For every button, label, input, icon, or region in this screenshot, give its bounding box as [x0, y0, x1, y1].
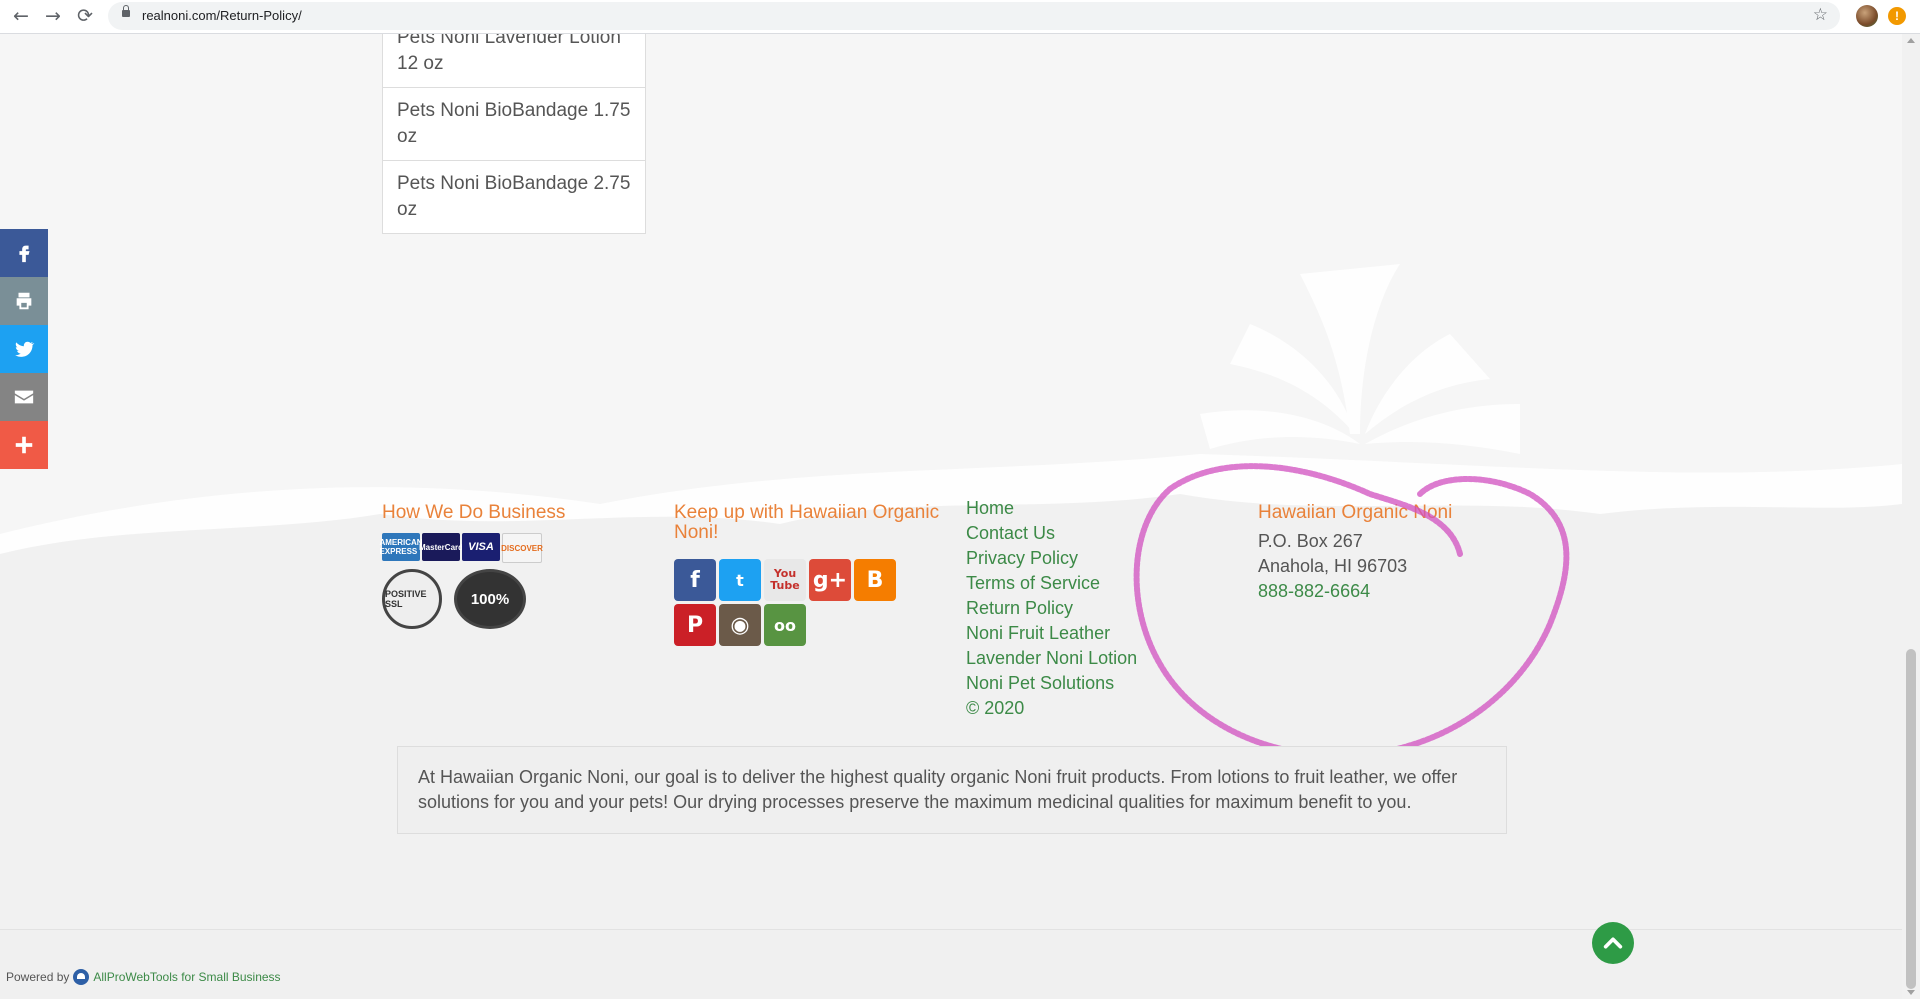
forward-icon[interactable]: → [41, 4, 65, 28]
amex-card-icon: AMERICAN EXPRESS [379, 533, 423, 561]
reload-icon[interactable]: ⟳ [73, 4, 97, 28]
google-plus-icon[interactable]: g+ [809, 559, 851, 601]
mastercard-icon: MasterCard [419, 533, 463, 561]
share-bar [0, 229, 48, 469]
footer-link-noni-pet-solutions[interactable]: Noni Pet Solutions [966, 671, 1196, 696]
blogger-icon[interactable]: B [854, 559, 896, 601]
facebook-icon[interactable]: f [674, 559, 716, 601]
page-content: Pets Noni Lavender Lotion 12 oz Pets Non… [0, 34, 1902, 999]
social-title: Keep up with Hawaiian Organic Noni! [674, 502, 940, 543]
share-more-button[interactable] [0, 421, 48, 469]
facebook-icon [19, 245, 30, 263]
powered-by: Powered by AllProWebTools for Small Busi… [6, 969, 281, 985]
footer-link-privacy-policy[interactable]: Privacy Policy [966, 546, 1196, 571]
social-column: Keep up with Hawaiian Organic Noni! f t … [674, 503, 944, 646]
print-icon [16, 292, 32, 310]
tripadvisor-icon[interactable]: oo [764, 604, 806, 646]
trust-seals: POSITIVE SSL 100% [382, 569, 582, 629]
footer-link-terms-of-service[interactable]: Terms of Service [966, 571, 1196, 596]
update-alert-icon[interactable]: ! [1888, 7, 1906, 25]
back-to-top-button[interactable] [1592, 922, 1634, 964]
contact-title: Hawaiian Organic Noni [1258, 502, 1453, 523]
about-text-box: At Hawaiian Organic Noni, our goal is to… [397, 746, 1507, 834]
business-title: How We Do Business [382, 502, 566, 523]
product-item[interactable]: Pets Noni BioBandage 1.75 oz [383, 88, 645, 161]
allprowebtools-logo-icon [73, 969, 90, 985]
product-item[interactable]: Pets Noni BioBandage 2.75 oz [383, 161, 645, 233]
copyright: © 2020 [966, 698, 1025, 718]
back-icon[interactable]: ← [9, 4, 33, 28]
page-scrollbar[interactable] [1902, 34, 1920, 999]
bookmark-star-icon[interactable]: ☆ [1813, 5, 1828, 25]
scroll-down-arrow-icon[interactable] [1907, 990, 1915, 995]
positive-ssl-seal[interactable]: POSITIVE SSL [382, 569, 442, 629]
footer-links: Home Contact Us Privacy Policy Terms of … [966, 496, 1196, 721]
address-bar-url[interactable]: realnoni.com/Return-Policy/ [142, 8, 302, 23]
youtube-icon[interactable]: You Tube [764, 559, 806, 601]
powered-by-link[interactable]: AllProWebTools for Small Business [93, 970, 280, 984]
share-facebook-button[interactable] [0, 229, 48, 277]
scrollbar-thumb[interactable] [1906, 649, 1916, 989]
address-line-1: P.O. Box 267 [1258, 531, 1363, 551]
twitter-icon[interactable]: t [719, 559, 761, 601]
product-list: Pets Noni Lavender Lotion 12 oz Pets Non… [382, 34, 646, 234]
profile-avatar[interactable] [1856, 5, 1878, 27]
product-item[interactable]: Pets Noni Lavender Lotion 12 oz [383, 34, 645, 88]
share-twitter-button[interactable] [0, 325, 48, 373]
visa-card-icon: VISA [462, 533, 500, 561]
contact-column: Hawaiian Organic Noni P.O. Box 267 Anaho… [1258, 503, 1518, 604]
lock-icon [122, 5, 130, 17]
discover-card-icon: DISCOVER [501, 533, 543, 563]
address-bar[interactable]: realnoni.com/Return-Policy/ ☆ [108, 2, 1840, 30]
twitter-icon [15, 341, 35, 357]
pinterest-icon[interactable]: P [674, 604, 716, 646]
phone-link[interactable]: 888-882-6664 [1258, 579, 1518, 604]
plus-icon [15, 436, 33, 454]
scroll-up-arrow-icon[interactable] [1907, 38, 1915, 43]
email-icon [14, 390, 34, 404]
footer-link-contact-us[interactable]: Contact Us [966, 521, 1196, 546]
browser-toolbar: ← → ⟳ realnoni.com/Return-Policy/ ☆ ! [0, 0, 1920, 34]
share-print-button[interactable] [0, 277, 48, 325]
footer-link-home[interactable]: Home [966, 496, 1196, 521]
payment-cards: AMERICAN EXPRESS MasterCard VISA DISCOVE… [379, 533, 582, 563]
instagram-icon[interactable]: ◉ [719, 604, 761, 646]
powered-by-label: Powered by [6, 970, 70, 984]
share-email-button[interactable] [0, 373, 48, 421]
footer-link-return-policy[interactable]: Return Policy [966, 596, 1196, 621]
social-icons: f t You Tube g+ B P ◉ oo [674, 559, 904, 646]
footer-link-noni-fruit-leather[interactable]: Noni Fruit Leather [966, 621, 1196, 646]
chevron-up-icon [1603, 937, 1623, 949]
money-back-guarantee-seal: 100% [454, 569, 526, 629]
business-column: How We Do Business AMERICAN EXPRESS Mast… [379, 502, 582, 629]
address-line-2: Anahola, HI 96703 [1258, 556, 1408, 576]
footer-link-lavender-noni-lotion[interactable]: Lavender Noni Lotion [966, 646, 1196, 671]
